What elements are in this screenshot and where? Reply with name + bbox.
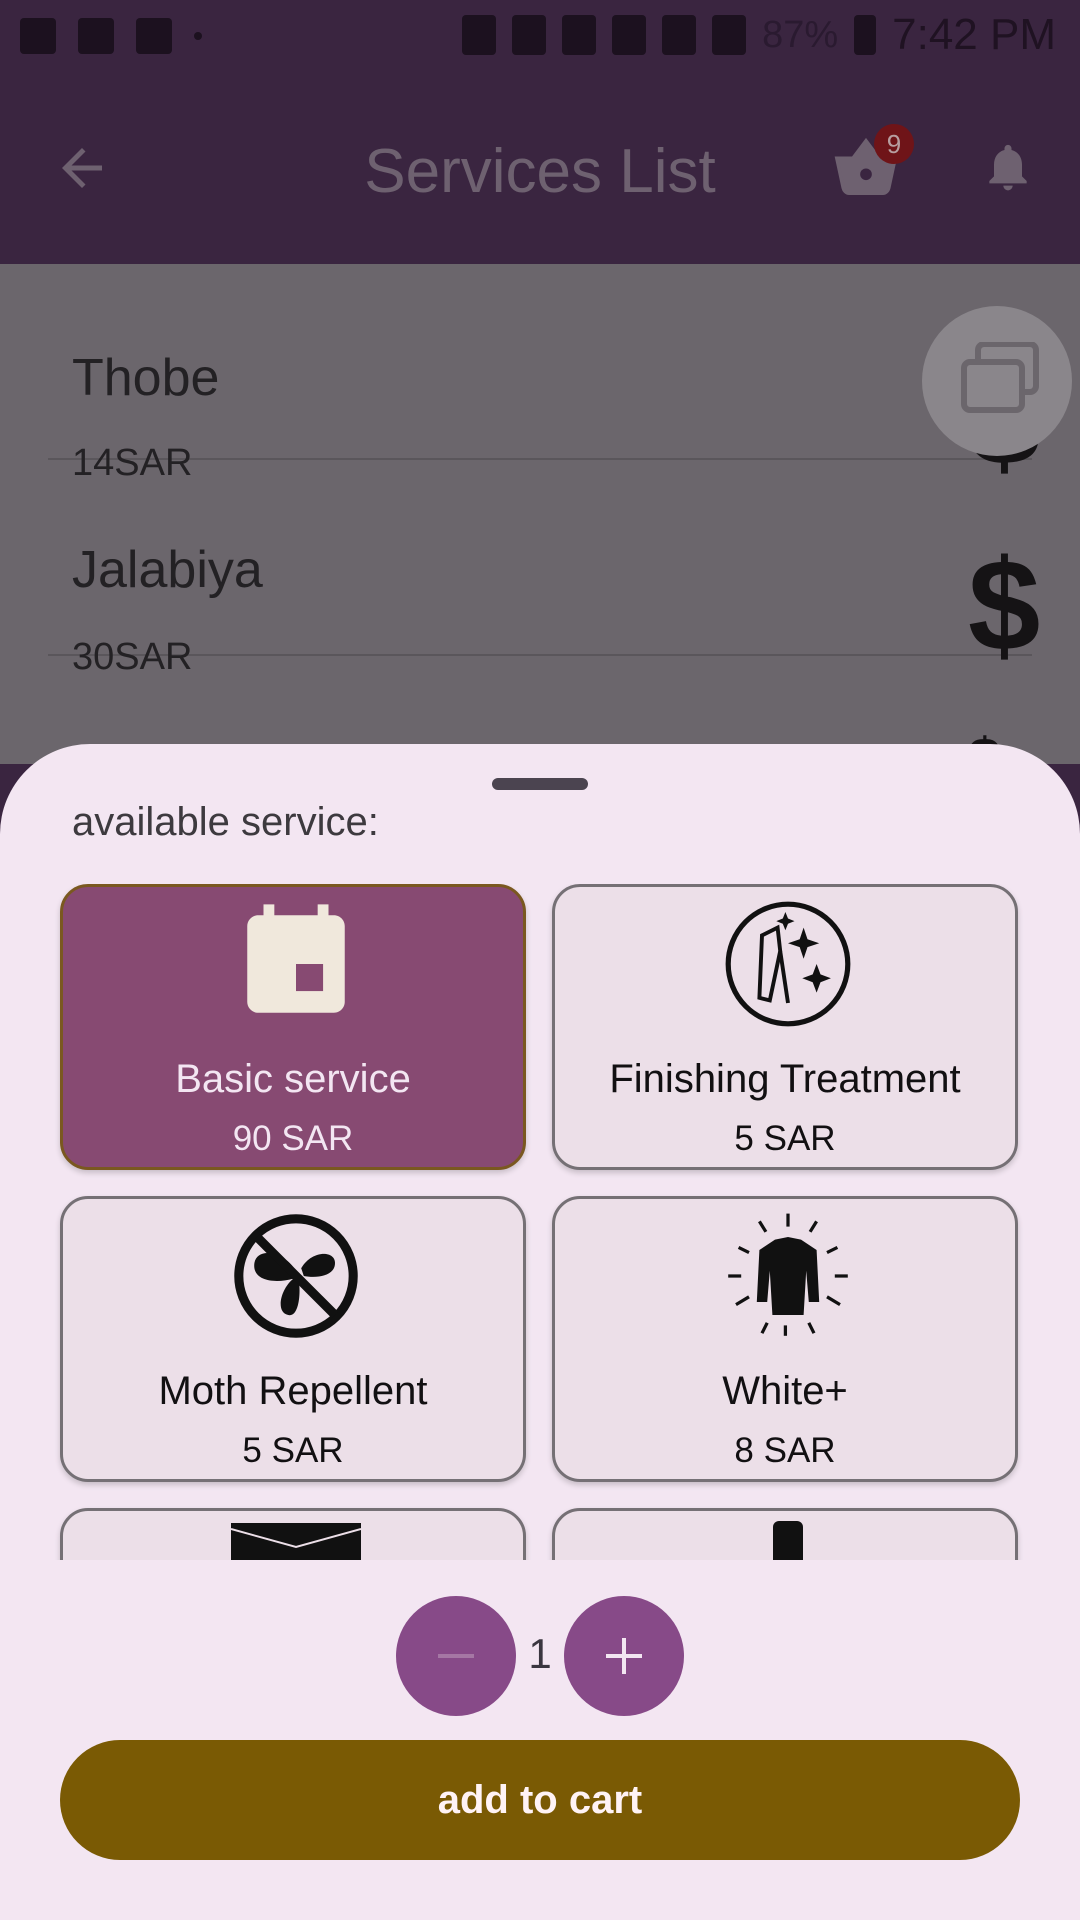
service-title: Moth Repellent bbox=[158, 1369, 428, 1413]
quantity-stepper: 1 bbox=[0, 1596, 1080, 1716]
envelope-icon bbox=[231, 1523, 361, 1560]
service-card-basic[interactable]: Basic service 90 SAR bbox=[60, 884, 526, 1170]
status-bar: 87% 7:42 PM bbox=[0, 0, 1080, 80]
service-card-partial[interactable] bbox=[552, 1508, 1018, 1560]
service-price: 5 SAR bbox=[734, 1119, 836, 1158]
service-title: Basic service bbox=[175, 1057, 411, 1101]
flipboard-icon bbox=[78, 18, 114, 54]
service-bottom-sheet: available service: Basic service 90 SAR … bbox=[0, 744, 1080, 1920]
no-moth-icon bbox=[234, 1214, 358, 1338]
service-card-partial[interactable] bbox=[60, 1508, 526, 1560]
item-price: 30SAR bbox=[72, 636, 193, 678]
service-price: 5 SAR bbox=[242, 1431, 344, 1470]
list-item[interactable]: Thobe 14SAR $ bbox=[48, 264, 1040, 484]
service-title: White+ bbox=[722, 1369, 848, 1413]
service-card-moth[interactable]: Moth Repellent 5 SAR bbox=[60, 1196, 526, 1482]
notification-dot-icon bbox=[194, 32, 202, 40]
status-time: 7:42 PM bbox=[892, 10, 1056, 59]
sparkle-clothes-icon bbox=[725, 901, 851, 1027]
drag-handle[interactable] bbox=[492, 778, 588, 790]
service-card-white-plus[interactable]: White+ 8 SAR bbox=[552, 1196, 1018, 1482]
calendar-icon bbox=[247, 904, 345, 1013]
copy-icon bbox=[961, 342, 1039, 413]
sim-icon bbox=[612, 15, 647, 55]
cart-count-badge: 9 bbox=[874, 124, 914, 164]
item-name: Thobe bbox=[72, 349, 220, 407]
floating-copy-button[interactable] bbox=[922, 306, 1072, 456]
dollar-icon: $ bbox=[968, 532, 1041, 678]
shining-shirt-icon bbox=[728, 1213, 848, 1336]
available-service-label: available service: bbox=[72, 800, 379, 844]
minus-icon bbox=[438, 1654, 474, 1658]
wifi-icon bbox=[562, 15, 597, 55]
increase-quantity-button[interactable] bbox=[564, 1596, 684, 1716]
app-bar: Services List 9 bbox=[0, 80, 1080, 264]
decrease-quantity-button[interactable] bbox=[396, 1596, 516, 1716]
plus-icon bbox=[606, 1638, 642, 1674]
alarm-icon bbox=[512, 15, 547, 55]
bell-icon[interactable] bbox=[980, 134, 1036, 200]
page-title: Services List bbox=[364, 137, 716, 206]
service-price: 8 SAR bbox=[734, 1431, 836, 1470]
service-title: Finishing Treatment bbox=[609, 1057, 961, 1101]
gallery-icon bbox=[20, 18, 56, 54]
quantity-value: 1 bbox=[528, 1630, 552, 1677]
signal-icon bbox=[712, 15, 747, 55]
add-to-cart-button[interactable]: add to cart bbox=[60, 1740, 1020, 1860]
signal-icon bbox=[662, 15, 697, 55]
battery-icon bbox=[854, 15, 877, 55]
service-card-finishing[interactable]: Finishing Treatment 5 SAR bbox=[552, 884, 1018, 1170]
services-list: Thobe 14SAR $ Jalabiya 30SAR $ $ bbox=[0, 264, 1080, 790]
flipboard-icon bbox=[136, 18, 172, 54]
service-grid: Basic service 90 SAR Finishing Treatment… bbox=[0, 884, 1080, 1560]
bottle-icon bbox=[773, 1521, 803, 1560]
item-name: Jalabiya bbox=[72, 541, 263, 599]
list-item[interactable]: Jalabiya 30SAR $ bbox=[48, 460, 1040, 678]
battery-percent: 87% bbox=[762, 13, 839, 56]
service-price: 90 SAR bbox=[232, 1119, 354, 1158]
battery-saver-icon bbox=[462, 15, 497, 55]
